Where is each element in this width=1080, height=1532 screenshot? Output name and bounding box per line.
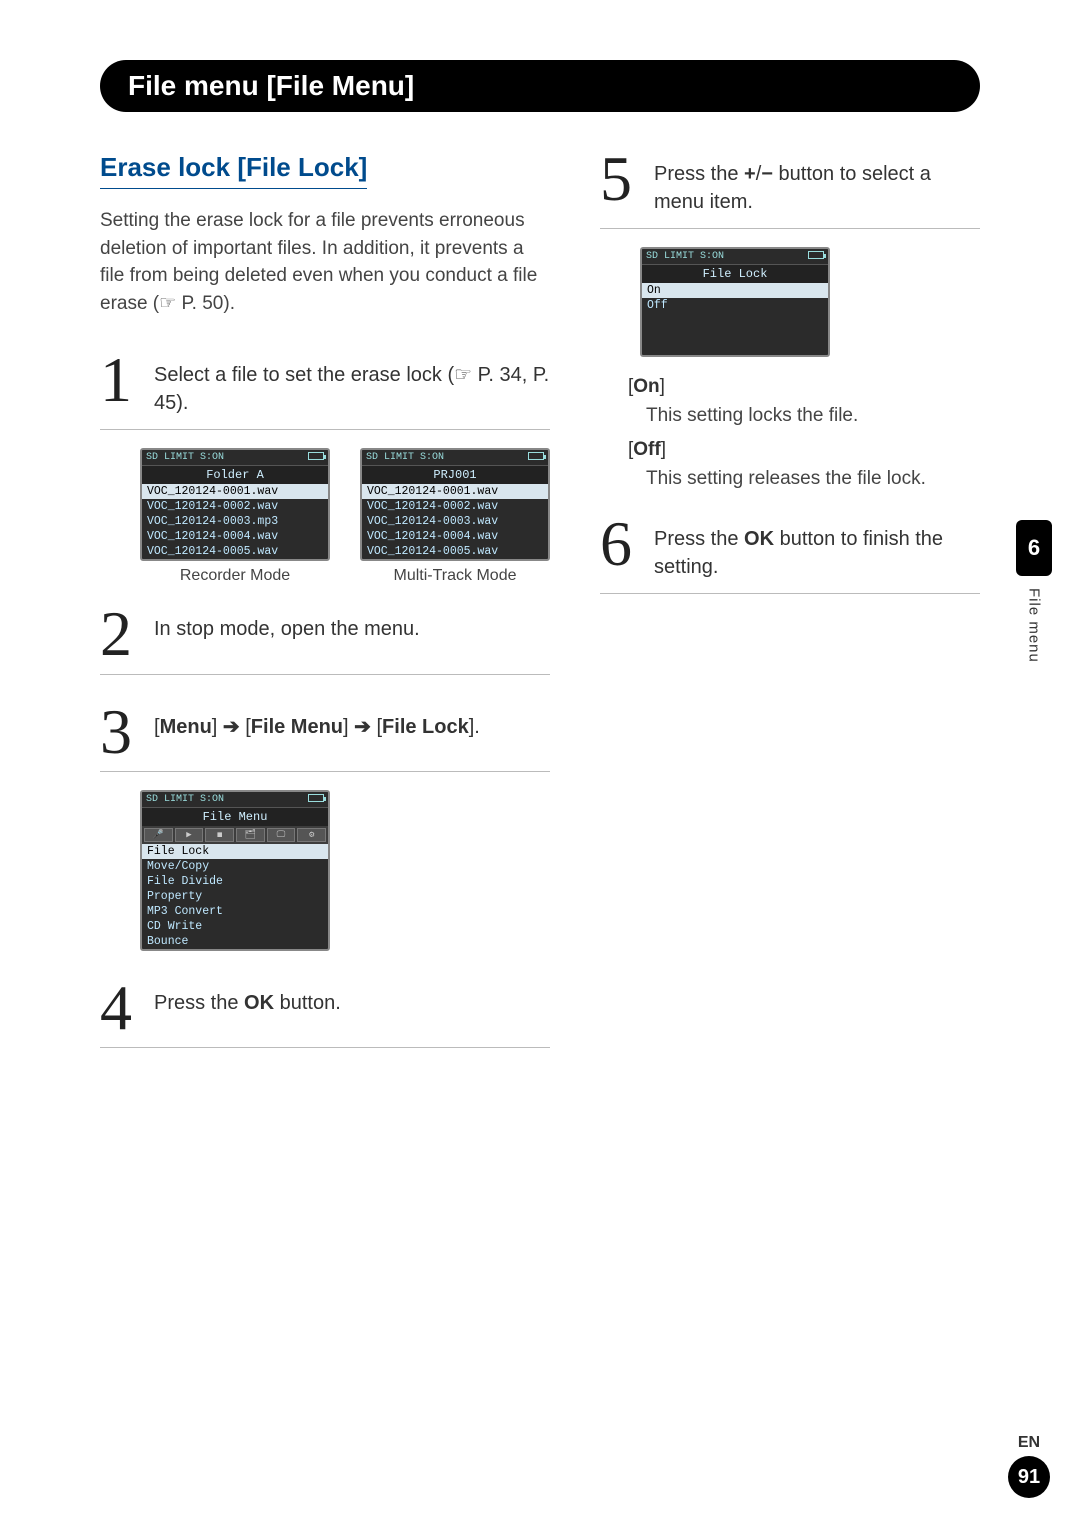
step-text: Press the OK button.	[154, 981, 550, 1017]
caption-multitrack: Multi-Track Mode	[360, 567, 550, 585]
step-6: 6 Press the OK button to finish the sett…	[600, 517, 980, 594]
step1-screens: SD LIMIT S:ON Folder A VOC_120124-0001.w…	[140, 448, 550, 585]
page-header: File menu [File Menu]	[100, 60, 980, 112]
step-text: Press the +/− button to select a menu it…	[654, 152, 980, 216]
side-label: File menu	[1026, 588, 1043, 663]
step-text: [Menu] ➔ [File Menu] ➔ [File Lock].	[154, 705, 550, 741]
step-text: Select a file to set the erase lock (☞ P…	[154, 353, 550, 417]
step-number: 2	[100, 607, 140, 661]
step-2: 2 In stop mode, open the menu.	[100, 607, 550, 674]
caption-recorder: Recorder Mode	[140, 567, 330, 585]
side-tab: 6 File menu	[1016, 520, 1052, 663]
step-4: 4 Press the OK button.	[100, 981, 550, 1048]
lcd-filemenu: SD LIMIT S:ON File Menu 🎤▶︎◼🗂🖵⚙ File Loc…	[140, 790, 330, 951]
section-title: Erase lock [File Lock]	[100, 152, 367, 189]
step-5: 5 Press the +/− button to select a menu …	[600, 152, 980, 229]
lcd-recorder: SD LIMIT S:ON Folder A VOC_120124-0001.w…	[140, 448, 330, 561]
step-number: 6	[600, 517, 640, 571]
step-number: 3	[100, 705, 140, 759]
step-number: 1	[100, 353, 140, 407]
step-1: 1 Select a file to set the erase lock (☞…	[100, 353, 550, 430]
lang-code: EN	[1008, 1434, 1050, 1452]
chapter-badge: 6	[1016, 520, 1052, 576]
page-number: 91	[1008, 1456, 1050, 1498]
step-number: 5	[600, 152, 640, 206]
right-column: 5 Press the +/− button to select a menu …	[600, 152, 980, 1066]
intro-text: Setting the erase lock for a file preven…	[100, 207, 550, 317]
step-3: 3 [Menu] ➔ [File Menu] ➔ [File Lock].	[100, 705, 550, 772]
option-descriptions: [On] This setting locks the file. [Off] …	[628, 373, 980, 493]
step-text: Press the OK button to finish the settin…	[654, 517, 980, 581]
lcd-filelock: SD LIMIT S:ON File Lock On Off	[640, 247, 830, 357]
footer: EN 91	[1008, 1434, 1050, 1498]
step-number: 4	[100, 981, 140, 1035]
lcd-multitrack: SD LIMIT S:ON PRJ001 VOC_120124-0001.wav…	[360, 448, 550, 561]
step-text: In stop mode, open the menu.	[154, 607, 550, 643]
left-column: Erase lock [File Lock] Setting the erase…	[100, 152, 550, 1066]
